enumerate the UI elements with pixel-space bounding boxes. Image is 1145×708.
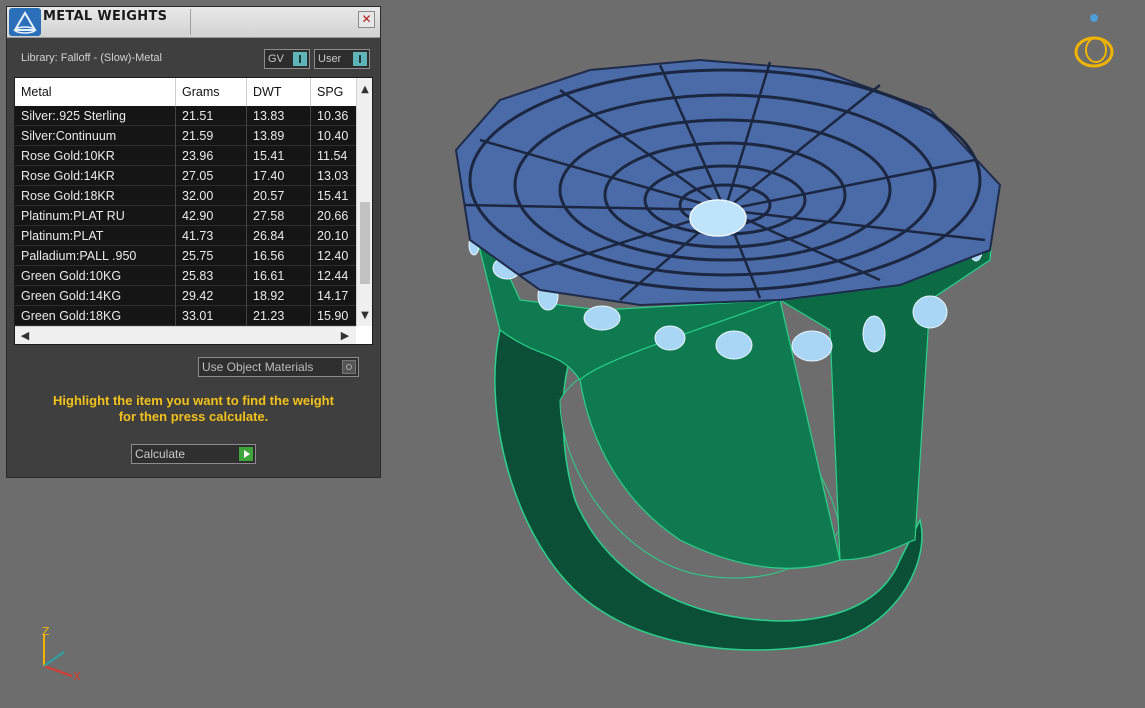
scroll-left-icon[interactable]: ◀ [17, 327, 33, 344]
cell-spg: 13.03 [317, 169, 349, 183]
instruction-text: Highlight the item you want to find the … [7, 393, 380, 425]
scroll-down-icon[interactable]: ▼ [357, 308, 372, 324]
toggle-switch-icon [353, 52, 367, 66]
ring-nav-icon[interactable] [1072, 12, 1122, 72]
cell-dwt: 15.41 [247, 146, 311, 166]
cell-dwt: 13.83 [247, 106, 311, 126]
cell-grams: 33.01 [176, 306, 247, 326]
table-row[interactable]: Green Gold:18KG 33.01 21.23 15.90 [15, 306, 356, 326]
cell-dwt: 16.56 [247, 246, 311, 266]
cell-metal: Rose Gold:18KR [15, 186, 176, 206]
cell-spg: 14.17 [317, 289, 349, 303]
calculate-button[interactable]: Calculate [131, 444, 256, 464]
scroll-thumb[interactable] [360, 202, 370, 284]
cell-dwt: 18.92 [247, 286, 311, 306]
table-row[interactable]: Green Gold:14KG 29.42 18.92 14.17 [15, 286, 356, 306]
cell-grams: 32.00 [176, 186, 247, 206]
toggle-switch-icon [293, 52, 307, 66]
cell-grams: 27.05 [176, 166, 247, 186]
column-header-spg[interactable]: SPG [311, 78, 356, 106]
table-row[interactable]: Green Gold:10KG 25.83 16.61 12.44 [15, 266, 356, 286]
cell-dwt: 13.89 [247, 126, 311, 146]
vertical-scrollbar[interactable]: ▲ ▼ [356, 78, 372, 326]
cell-spg: 12.40 [317, 249, 349, 263]
calculate-label: Calculate [135, 447, 186, 461]
axis-x-label: X [73, 670, 81, 683]
cell-metal: Silver:Continuum [15, 126, 176, 146]
cell-metal: Green Gold:10KG [15, 266, 176, 286]
cell-metal: Platinum:PLAT RU [15, 206, 176, 226]
metal-weights-panel: METAL WEIGHTS ✕ Library: Falloff - (Slow… [6, 6, 381, 478]
instruction-line-1: Highlight the item you want to find the … [53, 393, 334, 408]
library-label: Library: Falloff - (Slow)-Metal [21, 52, 162, 64]
close-icon[interactable]: ✕ [358, 11, 375, 28]
cell-spg: 15.90 [317, 309, 349, 323]
cell-metal: Rose Gold:14KR [15, 166, 176, 186]
radio-icon [342, 360, 356, 374]
axis-gizmo-icon: Z X [42, 625, 81, 683]
cell-grams: 42.90 [176, 206, 247, 226]
cell-metal: Palladium:PALL .950 [15, 246, 176, 266]
cell-grams: 25.75 [176, 246, 247, 266]
table-row[interactable]: Rose Gold:10KR 23.96 15.41 11.54 [15, 146, 356, 166]
column-header-metal[interactable]: Metal [15, 78, 176, 106]
cell-grams: 41.73 [176, 226, 247, 246]
cell-metal: Green Gold:14KG [15, 286, 176, 306]
table-row[interactable]: Silver:.925 Sterling 21.51 13.83 10.36 [15, 106, 356, 126]
column-header-grams[interactable]: Grams [176, 78, 247, 106]
user-toggle-label: User [318, 53, 342, 65]
cell-dwt: 27.58 [247, 206, 311, 226]
cell-spg: 10.36 [317, 109, 349, 123]
title-divider [190, 9, 191, 35]
table-row[interactable]: Palladium:PALL .950 25.75 16.56 12.40 [15, 246, 356, 266]
column-header-dwt[interactable]: DWT [247, 78, 311, 106]
table-row[interactable]: Silver:Continuum 21.59 13.89 10.40 [15, 126, 356, 146]
cell-metal: Green Gold:18KG [15, 306, 176, 326]
horizontal-scrollbar[interactable]: ◀ ▶ [15, 326, 356, 344]
cell-spg: 10.40 [317, 129, 349, 143]
cell-dwt: 17.40 [247, 166, 311, 186]
table-row[interactable]: Rose Gold:18KR 32.00 20.57 15.41 [15, 186, 356, 206]
table-row[interactable]: Platinum:PLAT 41.73 26.84 20.10 [15, 226, 356, 246]
cell-dwt: 21.23 [247, 306, 311, 326]
cell-spg: 20.10 [317, 229, 349, 243]
instruction-line-2: for then press calculate. [118, 409, 269, 424]
cell-metal: Platinum:PLAT [15, 226, 176, 246]
app-logo-icon [9, 8, 41, 36]
cell-spg: 11.54 [317, 149, 348, 163]
table-row[interactable]: Rose Gold:14KR 27.05 17.40 13.03 [15, 166, 356, 186]
scroll-up-icon[interactable]: ▲ [357, 82, 372, 98]
user-toggle[interactable]: User [314, 49, 370, 69]
table-row[interactable]: Platinum:PLAT RU 42.90 27.58 20.66 [15, 206, 356, 226]
cell-metal: Rose Gold:10KR [15, 146, 176, 166]
axis-z-label: Z [42, 625, 50, 638]
table-body: Silver:.925 Sterling 21.51 13.83 10.36 Silve… [15, 106, 356, 326]
scroll-right-icon[interactable]: ▶ [337, 327, 353, 344]
metal-table[interactable]: Metal Grams DWT SPG Silver:.925 Sterling… [14, 77, 373, 345]
table-header: Metal Grams DWT SPG [15, 78, 356, 106]
cell-grams: 21.59 [176, 126, 247, 146]
cell-spg: 15.41 [317, 189, 349, 203]
gv-toggle[interactable]: GV [264, 49, 310, 69]
panel-titlebar[interactable]: METAL WEIGHTS ✕ [7, 7, 380, 38]
cell-grams: 29.42 [176, 286, 247, 306]
cell-spg: 20.66 [317, 209, 349, 223]
cell-grams: 23.96 [176, 146, 247, 166]
gv-toggle-label: GV [268, 53, 284, 65]
use-object-materials-toggle[interactable]: Use Object Materials [198, 357, 359, 377]
cell-spg: 12.44 [317, 269, 349, 283]
cell-dwt: 26.84 [247, 226, 311, 246]
panel-title: METAL WEIGHTS [43, 9, 168, 24]
cell-metal: Silver:.925 Sterling [15, 106, 176, 126]
cell-grams: 25.83 [176, 266, 247, 286]
play-icon [239, 447, 253, 461]
cell-dwt: 16.61 [247, 266, 311, 286]
cell-grams: 21.51 [176, 106, 247, 126]
use-object-materials-label: Use Object Materials [202, 360, 314, 374]
cell-dwt: 20.57 [247, 186, 311, 206]
